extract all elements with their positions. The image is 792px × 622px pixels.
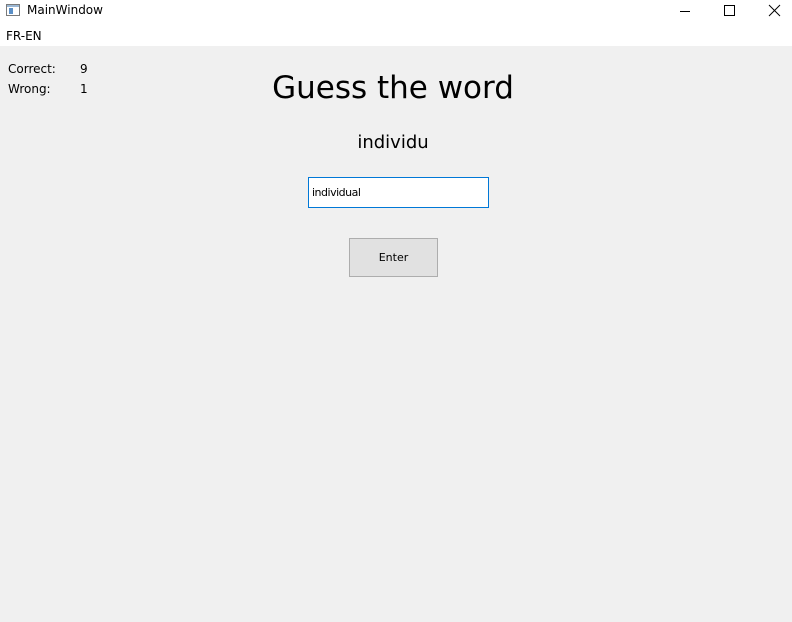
- prompt-word: individu: [357, 132, 429, 153]
- close-button[interactable]: [752, 0, 792, 22]
- page-title: Guess the word: [272, 70, 514, 106]
- maximize-icon: [724, 5, 735, 16]
- menu-item-fr-en[interactable]: FR-EN: [6, 29, 42, 43]
- answer-input[interactable]: [308, 177, 489, 208]
- wrong-count: 1: [80, 82, 88, 96]
- minimize-button[interactable]: [662, 0, 708, 22]
- app-window-icon: [6, 4, 20, 16]
- menu-bar: FR-EN: [0, 22, 792, 46]
- correct-label: Correct:: [8, 62, 56, 76]
- wrong-label: Wrong:: [8, 82, 51, 96]
- title-bar[interactable]: MainWindow: [0, 0, 792, 22]
- close-icon: [768, 4, 781, 17]
- enter-button[interactable]: Enter: [349, 238, 438, 277]
- minimize-icon: [680, 11, 690, 12]
- main-window: MainWindow FR-EN Correct: 9 Wrong: 1 Gue…: [0, 0, 792, 622]
- maximize-button[interactable]: [707, 0, 753, 22]
- correct-count: 9: [80, 62, 88, 76]
- window-title: MainWindow: [27, 3, 103, 17]
